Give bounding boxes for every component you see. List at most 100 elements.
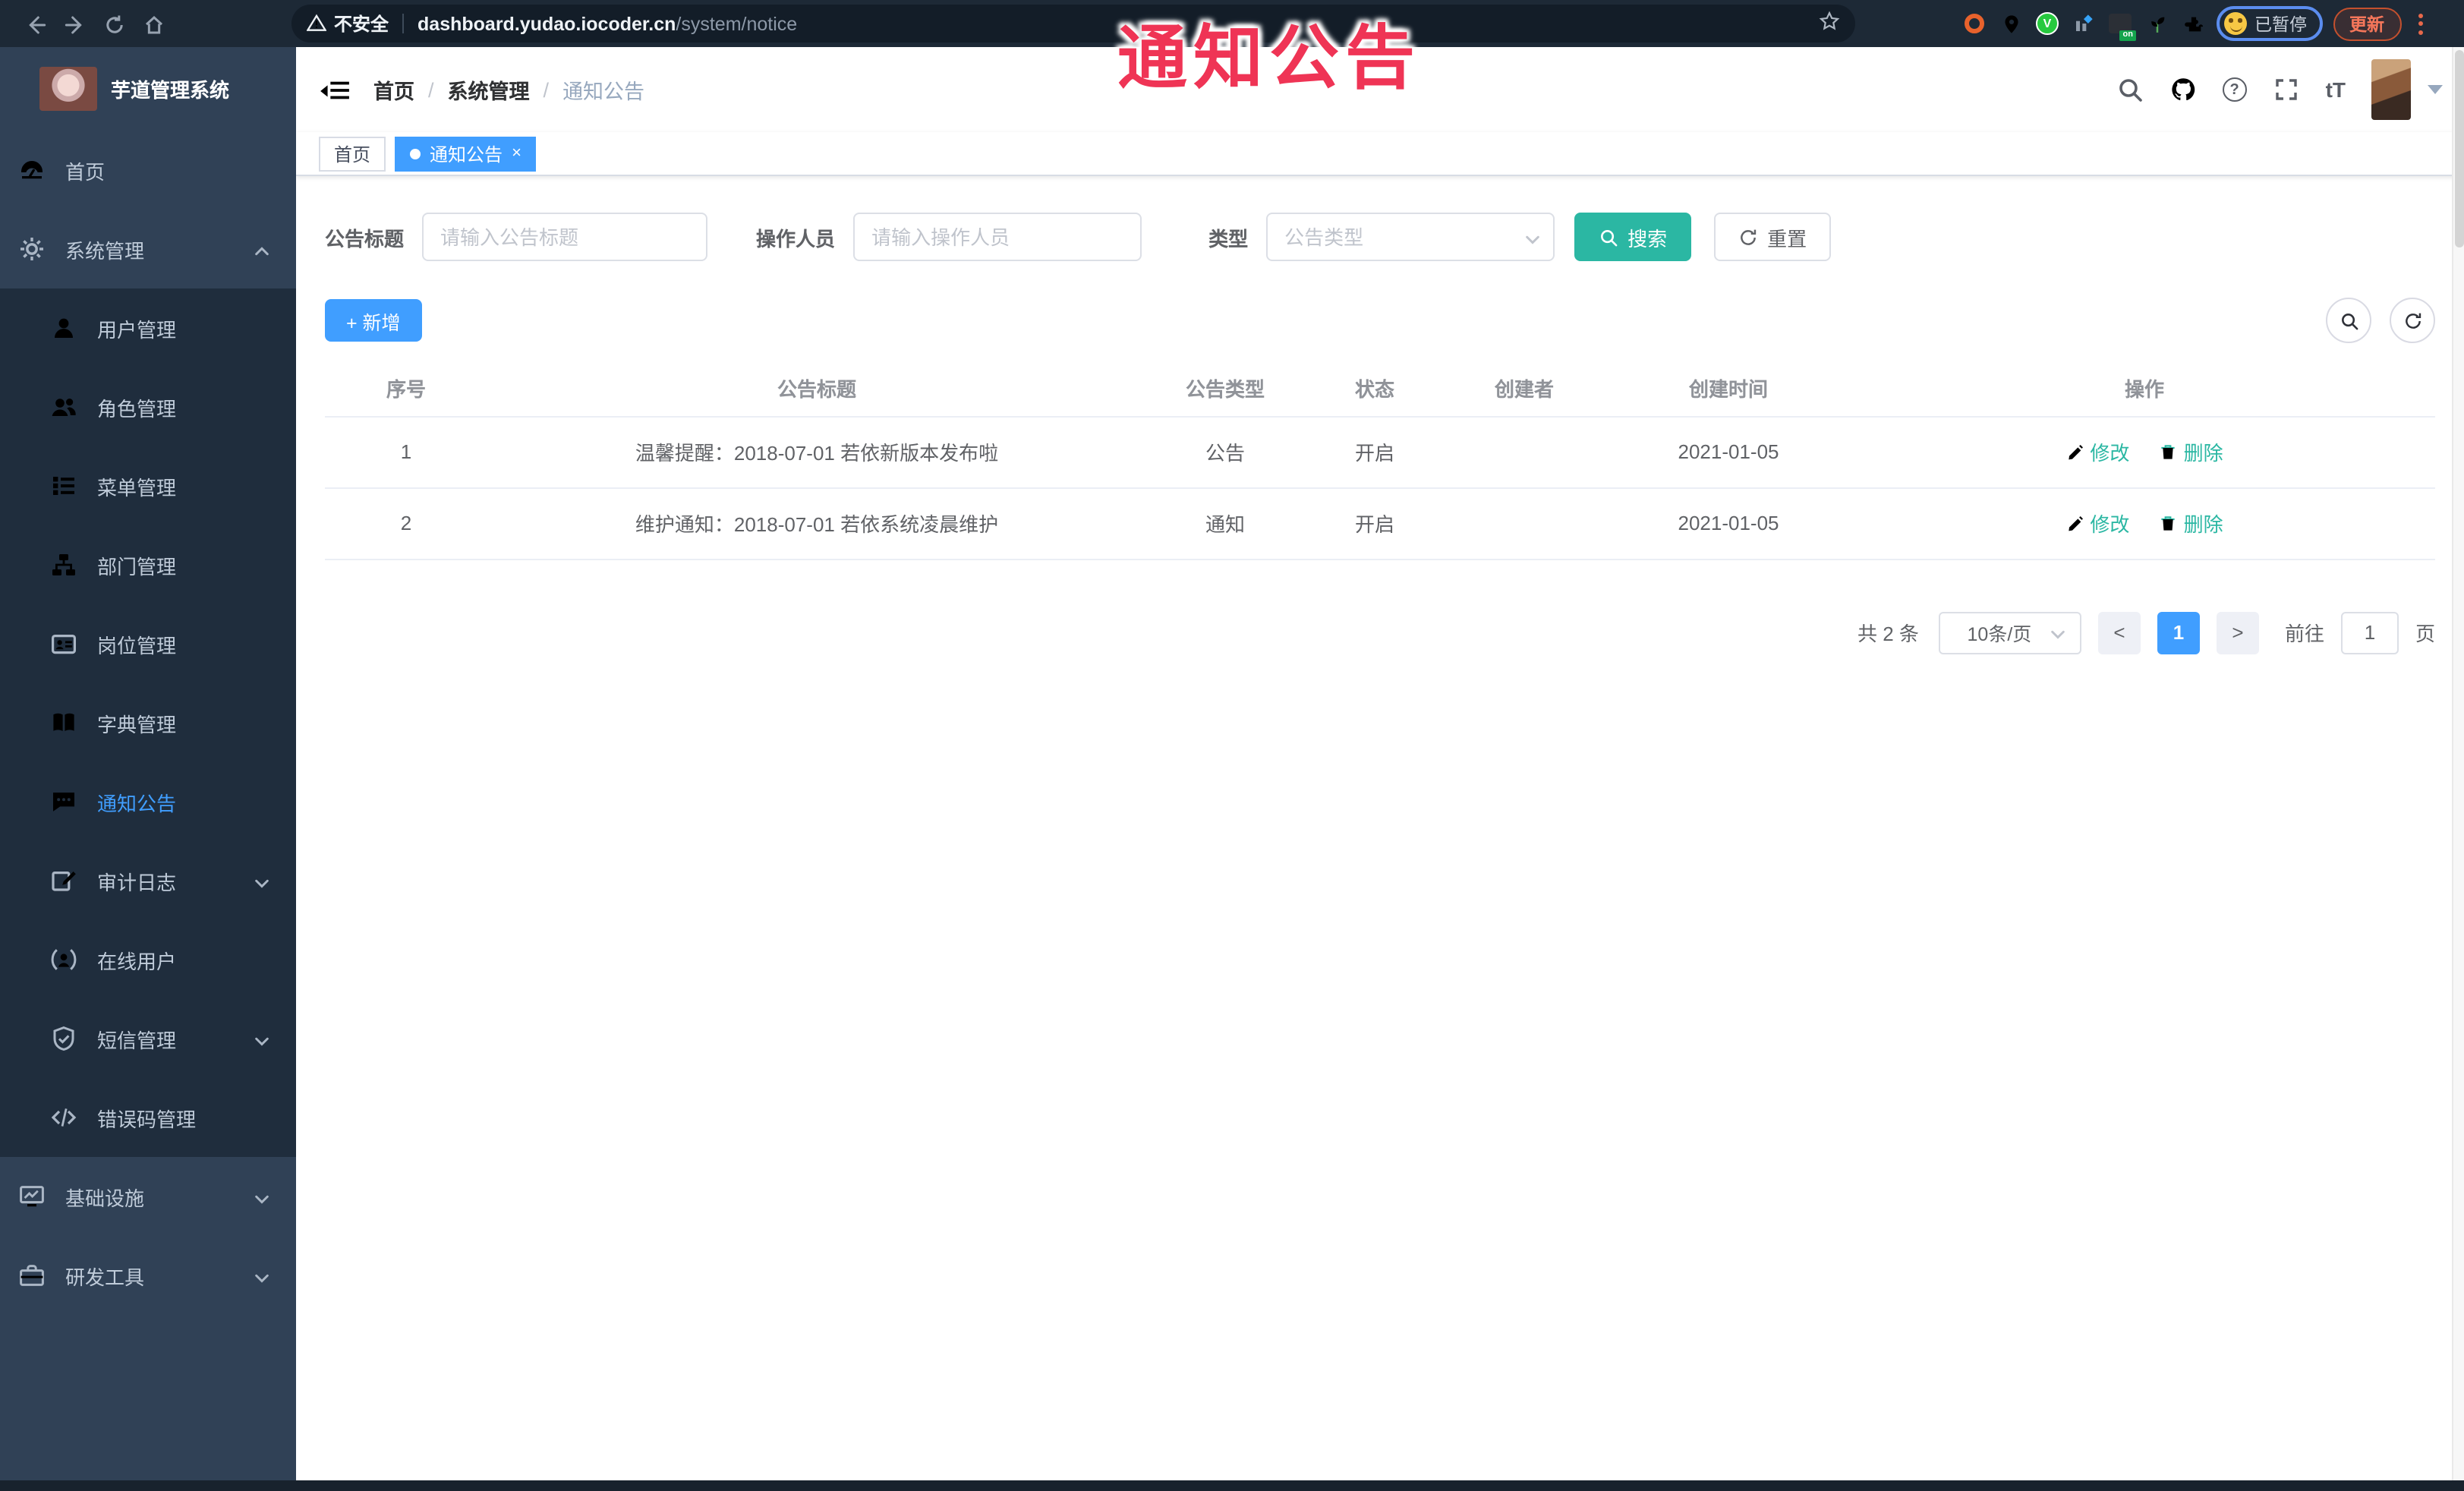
- collapse-sidebar-icon[interactable]: [320, 77, 349, 102]
- sidebar-item-dict-mgmt[interactable]: 字典管理: [0, 683, 296, 762]
- notice-title-input[interactable]: [422, 213, 708, 261]
- notice-type-select[interactable]: [1266, 213, 1555, 261]
- breadcrumb-current: 通知公告: [562, 80, 645, 103]
- table-header-row: 序号 公告标题 公告类型 状态 创建者 创建时间 操作: [325, 361, 2435, 417]
- sidebar-item-menu-mgmt[interactable]: 菜单管理: [0, 446, 296, 525]
- orange-ring-extension-icon[interactable]: [1961, 11, 1987, 36]
- sidebar-item-post-mgmt[interactable]: 岗位管理: [0, 604, 296, 683]
- add-button[interactable]: + 新增: [325, 299, 422, 342]
- list-icon: [50, 472, 77, 500]
- sidebar-item-audit-log[interactable]: 审计日志: [0, 841, 296, 920]
- cell-creator: [1445, 416, 1603, 488]
- operator-input[interactable]: [853, 213, 1142, 261]
- chevron-down-icon: [254, 1188, 270, 1205]
- search-button[interactable]: 搜索: [1574, 213, 1692, 261]
- fullscreen-icon[interactable]: [2273, 76, 2300, 103]
- caret-down-icon[interactable]: [2428, 85, 2443, 94]
- scrollbar-thumb[interactable]: [2455, 50, 2464, 247]
- sidebar-item-dev-tools[interactable]: 研发工具: [0, 1236, 296, 1315]
- chat-icon: [50, 788, 77, 815]
- close-tab-icon[interactable]: ×: [512, 144, 521, 162]
- shield-icon: [50, 1025, 77, 1052]
- monitor-icon: [18, 1183, 46, 1210]
- profile-paused-pill[interactable]: 已暂停: [2217, 6, 2322, 41]
- chevron-down-icon: [254, 1267, 270, 1284]
- edit-link[interactable]: 修改: [2065, 437, 2129, 466]
- url-path: /system/notice: [676, 13, 798, 34]
- breadcrumb-system-mgmt[interactable]: 系统管理: [448, 74, 530, 105]
- forward-icon[interactable]: [55, 11, 94, 36]
- goto-page-input[interactable]: [2340, 611, 2399, 654]
- cell-status: 开启: [1304, 487, 1445, 560]
- toggle-search-button[interactable]: [2326, 298, 2371, 343]
- prev-page-button[interactable]: <: [2097, 611, 2141, 654]
- home-icon[interactable]: [134, 11, 173, 36]
- sidebar-item-notice[interactable]: 通知公告: [0, 762, 296, 841]
- current-page-button[interactable]: 1: [2157, 611, 2200, 654]
- cell-type: 通知: [1146, 487, 1304, 560]
- cell-created: 2021-01-05: [1603, 487, 1854, 560]
- green-v-extension-icon[interactable]: V: [2034, 11, 2060, 36]
- page-size-select[interactable]: 10条/页: [1938, 611, 2081, 654]
- on-badge-extension-icon[interactable]: on: [2107, 11, 2136, 41]
- screen: 不安全 dashboard.yudao.iocoder.cn/system/no…: [0, 0, 2464, 1491]
- user-icon: [50, 314, 77, 342]
- user-avatar[interactable]: [2371, 59, 2411, 120]
- help-icon[interactable]: ?: [2222, 77, 2247, 102]
- cell-title: 温馨提醒：2018-07-01 若依新版本发布啦: [487, 416, 1146, 488]
- divider: [402, 14, 405, 33]
- delete-link[interactable]: 删除: [2160, 509, 2223, 537]
- back-icon[interactable]: [15, 11, 55, 36]
- reset-button[interactable]: 重置: [1714, 213, 1832, 261]
- tab-notice[interactable]: 通知公告 ×: [395, 136, 537, 171]
- sidebar-item-system-mgmt[interactable]: 系统管理: [0, 210, 296, 288]
- sidebar-item-sms-mgmt[interactable]: 短信管理: [0, 999, 296, 1078]
- col-header-title: 公告标题: [487, 361, 1146, 417]
- tab-home[interactable]: 首页: [319, 136, 386, 171]
- extensions-puzzle-icon[interactable]: [2180, 11, 2206, 36]
- page-scrollbar[interactable]: [2452, 47, 2464, 1480]
- reload-icon[interactable]: [94, 11, 134, 36]
- breadcrumb-home[interactable]: 首页: [373, 74, 414, 105]
- bookmark-star-icon[interactable]: [1819, 11, 1840, 36]
- next-page-button[interactable]: >: [2216, 611, 2259, 654]
- map-pin-extension-icon[interactable]: [1998, 11, 2024, 36]
- sidebar-item-infrastructure[interactable]: 基础设施: [0, 1157, 296, 1236]
- bottom-edge-strip: [0, 1480, 2464, 1491]
- delete-link[interactable]: 删除: [2160, 437, 2223, 466]
- col-header-no: 序号: [325, 361, 487, 417]
- sidebar-item-role-mgmt[interactable]: 角色管理: [0, 367, 296, 446]
- browser-update-button[interactable]: 更新: [2333, 7, 2401, 40]
- logo-image: [39, 67, 97, 111]
- sidebar-item-home[interactable]: 首页: [0, 131, 296, 210]
- table-row: 2 维护通知：2018-07-01 若依系统凌晨维护 通知 开启 2021-01…: [325, 487, 2435, 560]
- col-header-status: 状态: [1304, 361, 1445, 417]
- system-mgmt-submenu: 用户管理 角色管理 菜单管理 部门管理 岗位管理 字典管理 通知公告 审计日志 …: [0, 288, 296, 1157]
- notice-type-select-input[interactable]: [1266, 213, 1555, 261]
- col-header-creator: 创建者: [1445, 361, 1603, 417]
- diamond-extension-icon[interactable]: [2071, 11, 2097, 36]
- edit-link[interactable]: 修改: [2065, 509, 2129, 537]
- refresh-table-button[interactable]: [2390, 298, 2435, 343]
- sidebar-item-error-code-mgmt[interactable]: 错误码管理: [0, 1078, 296, 1157]
- search-icon[interactable]: [2116, 76, 2144, 103]
- chevron-down-icon: [254, 872, 270, 889]
- app-logo-row[interactable]: 芋道管理系统: [0, 47, 296, 131]
- leaf-extension-icon[interactable]: [2144, 11, 2169, 36]
- sidebar-item-dept-mgmt[interactable]: 部门管理: [0, 525, 296, 604]
- cell-title: 维护通知：2018-07-01 若依系统凌晨维护: [487, 487, 1146, 560]
- sidebar-item-online-users[interactable]: 在线用户: [0, 920, 296, 999]
- address-bar[interactable]: 不安全 dashboard.yudao.iocoder.cn/system/no…: [291, 5, 1855, 43]
- trash-icon: [2160, 443, 2178, 461]
- cell-actions: 修改 删除: [1854, 416, 2435, 488]
- online-users-icon: [50, 946, 77, 973]
- cell-no: 1: [325, 416, 487, 488]
- cell-no: 2: [325, 487, 487, 560]
- sidebar-item-user-mgmt[interactable]: 用户管理: [0, 288, 296, 367]
- font-size-icon[interactable]: tT: [2326, 77, 2346, 102]
- browser-chrome: 不安全 dashboard.yudao.iocoder.cn/system/no…: [0, 0, 2464, 47]
- col-header-type: 公告类型: [1146, 361, 1304, 417]
- browser-menu-kebab-icon[interactable]: [2412, 13, 2428, 34]
- github-icon[interactable]: [2169, 76, 2197, 103]
- url-host: dashboard.yudao.iocoder.cn: [417, 13, 676, 34]
